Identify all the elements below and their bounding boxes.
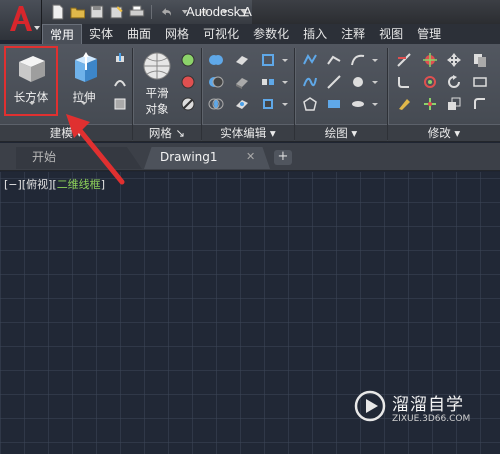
move-icon[interactable] (446, 52, 462, 68)
chevron-down-icon[interactable] (372, 103, 378, 106)
smooth-object-label-line2: 对象 (145, 102, 169, 116)
undo-icon[interactable] (158, 4, 174, 20)
line-icon[interactable] (326, 74, 342, 90)
extrude-button[interactable]: 拉伸 (62, 50, 106, 105)
window-title: Autodesk A (186, 4, 252, 19)
ellipse-icon[interactable] (350, 96, 366, 112)
rotate-icon[interactable] (446, 74, 462, 90)
annotation-arrow-icon (66, 114, 125, 185)
box-button-highlight (4, 46, 58, 116)
ribbon-tab-bar: 常用 实体 曲面 网格 可视化 参数化 插入 注释 视图 管理 (42, 24, 500, 44)
chevron-down-icon[interactable] (282, 103, 288, 106)
fillet-icon[interactable] (396, 74, 412, 90)
mesh-panel-title[interactable]: 网格 ↘ (133, 124, 201, 141)
3d-polyline-icon[interactable] (326, 52, 342, 68)
chevron-down-icon (34, 26, 40, 30)
tab-mesh[interactable]: 网格 (158, 24, 196, 44)
array-icon[interactable] (472, 96, 488, 112)
tab-insert[interactable]: 插入 (296, 24, 334, 44)
circle-icon[interactable] (350, 74, 366, 90)
open-folder-icon[interactable] (70, 4, 86, 20)
tab-view[interactable]: 视图 (372, 24, 410, 44)
imprint-icon[interactable] (234, 96, 250, 112)
spline-icon[interactable] (302, 74, 318, 90)
mesh-smooth-more-icon[interactable] (180, 52, 196, 68)
subtract-icon[interactable] (208, 74, 224, 90)
chevron-down-icon[interactable] (372, 81, 378, 84)
new-file-icon[interactable] (50, 4, 66, 20)
extract-edges-icon[interactable] (260, 52, 276, 68)
mesh-crease-icon[interactable] (180, 96, 196, 112)
mesh-refine-icon[interactable] (180, 74, 196, 90)
3d-move-icon[interactable] (422, 96, 438, 112)
tab-parametric[interactable]: 参数化 (246, 24, 296, 44)
watermark-name: 溜溜自学 (392, 395, 464, 415)
autocad-logo-icon (10, 6, 32, 31)
save-as-icon[interactable] (109, 4, 125, 20)
title-bar (252, 0, 500, 24)
viewport-view-label[interactable]: [−][俯视][ (4, 178, 57, 191)
tab-home[interactable]: 常用 (42, 24, 83, 44)
thicken-icon[interactable] (234, 74, 250, 90)
draw-panel-title[interactable]: 绘图 ▾ (295, 124, 387, 141)
mesh-sphere-icon (143, 52, 171, 80)
save-icon[interactable] (89, 4, 105, 20)
tab-visualize[interactable]: 可视化 (196, 24, 246, 44)
smooth-object-button[interactable]: 平滑 对象 (138, 50, 176, 117)
slice-icon[interactable] (234, 52, 250, 68)
application-menu-button[interactable] (0, 0, 42, 40)
separate-icon[interactable] (260, 74, 276, 90)
toolbar-divider (150, 5, 152, 19)
solid-editing-panel-title[interactable]: 实体编辑 ▾ (202, 124, 294, 141)
copy-icon[interactable] (472, 52, 488, 68)
shell-icon[interactable] (260, 96, 276, 112)
union-icon[interactable] (208, 52, 224, 68)
arc-icon[interactable] (350, 52, 366, 68)
extrude-icon (75, 52, 97, 82)
watermark-url: ZIXUE.3D66.COM (392, 414, 471, 424)
3d-rotate-icon[interactable] (422, 74, 438, 90)
print-icon[interactable] (129, 4, 145, 20)
erase-icon[interactable] (396, 96, 412, 112)
rectangle-icon[interactable] (326, 96, 342, 112)
chevron-down-icon[interactable] (282, 59, 288, 62)
tab-surface[interactable]: 曲面 (120, 24, 158, 44)
polygon-icon[interactable] (302, 96, 318, 112)
chevron-down-icon[interactable] (282, 81, 288, 84)
tab-annotate[interactable]: 注释 (334, 24, 372, 44)
play-logo-icon (354, 390, 386, 422)
polyline-icon[interactable] (302, 52, 318, 68)
modify-panel-title[interactable]: 修改 ▾ (388, 124, 500, 141)
mirror-3d-icon[interactable] (422, 52, 438, 68)
intersect-icon[interactable] (208, 96, 224, 112)
chevron-down-icon[interactable] (372, 59, 378, 62)
close-icon[interactable]: ✕ (246, 150, 255, 163)
tab-manage[interactable]: 管理 (410, 24, 448, 44)
presspull-icon[interactable] (112, 52, 128, 68)
trim-icon[interactable] (396, 52, 412, 68)
tab-solid[interactable]: 实体 (82, 24, 120, 44)
stretch-icon[interactable] (472, 74, 488, 90)
smooth-object-label-line1: 平滑 (145, 86, 169, 100)
new-tab-button[interactable]: + (274, 150, 292, 165)
scale-icon[interactable] (446, 96, 462, 112)
watermark: 溜溜自学 ZIXUE.3D66.COM (350, 386, 472, 438)
sweep-icon[interactable] (112, 74, 128, 90)
